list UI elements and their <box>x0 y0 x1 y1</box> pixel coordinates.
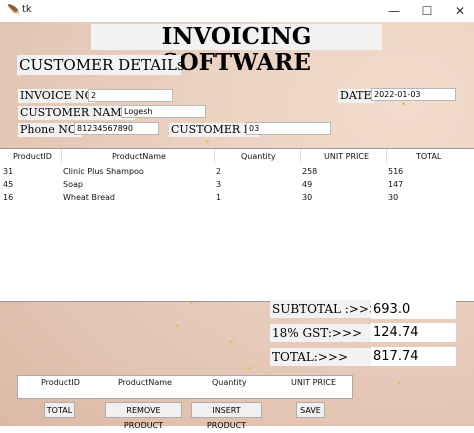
column-header-productname[interactable]: ProductName <box>112 152 166 161</box>
table-cell[interactable]: 45 <box>3 180 13 189</box>
sparkle-decoration <box>206 140 209 143</box>
table-cell[interactable]: 1 <box>216 193 221 202</box>
total-label: TOTAL:>>> <box>270 348 371 366</box>
section-title: CUSTOMER DETAILs <box>17 55 185 75</box>
phone-label: Phone NO. <box>18 123 82 137</box>
entry-header-productid: ProductID <box>41 378 80 387</box>
sparkle-decoration <box>248 367 251 370</box>
column-header-productid[interactable]: ProductID <box>13 152 52 161</box>
table-cell[interactable]: 2 <box>216 167 221 176</box>
table-cell[interactable]: 258 <box>302 167 317 176</box>
window-title: tk <box>22 4 32 15</box>
sparkle-decoration <box>176 324 179 327</box>
app-background: INVOICING SOFTWARE CUSTOMER DETAILs INVO… <box>0 22 474 430</box>
close-button[interactable]: ✕ <box>446 2 474 20</box>
gst-label: 18% GST:>>> <box>270 324 371 342</box>
table-cell[interactable]: 3 <box>216 180 221 189</box>
sparkle-decoration <box>190 302 193 305</box>
table-cell[interactable]: Soap <box>63 180 83 189</box>
column-separator <box>386 149 387 163</box>
entry-header-productname: ProductName <box>118 378 172 387</box>
table-cell[interactable]: Clinic Plus Shampoo <box>63 167 144 176</box>
sparkle-decoration <box>230 340 233 343</box>
insert-product-button[interactable]: INSERT PRODUCT <box>191 402 262 430</box>
date-field[interactable]: 2022-01-03 <box>371 88 456 101</box>
subtotal-label: SUBTOTAL :>>> <box>270 300 379 318</box>
table-cell[interactable]: 30 <box>302 193 312 202</box>
column-header-unit-price[interactable]: UNIT PRICE <box>324 152 369 161</box>
customer-name-label: CUSTOMER NAME: <box>18 106 136 120</box>
column-header-total[interactable]: TOTAL <box>416 152 441 161</box>
window-titlebar: 🪶 tk — ☐ ✕ <box>0 0 474 23</box>
gst-value[interactable]: 124.74 <box>371 323 456 342</box>
table-cell[interactable]: Wheat Bread <box>63 193 115 202</box>
customer-id-field[interactable]: 03 <box>246 122 331 135</box>
total-button[interactable]: TOTAL <box>44 402 75 418</box>
table-cell[interactable]: 31 <box>3 167 13 176</box>
column-separator <box>61 149 62 163</box>
product-table[interactable]: ProductID ProductName Quantity UNIT PRIC… <box>0 148 474 302</box>
table-cell[interactable]: 49 <box>302 180 312 189</box>
invoice-no-label: INVOICE NO <box>18 89 96 103</box>
remove-product-button[interactable]: REMOVE PRODUCT <box>105 402 182 430</box>
column-separator <box>300 149 301 163</box>
save-button[interactable]: SAVE <box>296 402 325 418</box>
entry-header-unit-price: UNIT PRICE <box>291 378 337 387</box>
table-cell[interactable]: 516 <box>388 167 403 176</box>
invoice-no-field[interactable]: 2 <box>88 89 173 102</box>
maximize-button[interactable]: ☐ <box>413 2 441 20</box>
column-header-quantity[interactable]: Quantity <box>241 152 276 161</box>
table-cell[interactable]: 147 <box>388 180 403 189</box>
customer-name-field[interactable]: Logesh <box>121 105 206 118</box>
column-separator <box>214 149 215 163</box>
subtotal-value[interactable]: 693.0 <box>371 300 456 319</box>
app-title: INVOICING SOFTWARE <box>91 24 382 76</box>
total-value[interactable]: 817.74 <box>371 347 456 366</box>
table-cell[interactable]: 16 <box>3 193 13 202</box>
phone-field[interactable]: 81234567890 <box>74 122 159 135</box>
tk-feather-icon: 🪶 <box>7 4 21 17</box>
table-cell[interactable]: 30 <box>388 193 398 202</box>
sparkle-decoration <box>398 382 401 385</box>
entry-header-quantity: Quantity <box>212 378 247 387</box>
sparkle-decoration <box>402 102 405 105</box>
date-label: DATE <box>338 89 374 103</box>
product-entry-table[interactable]: ProductID ProductName Quantity UNIT PRIC… <box>17 375 353 399</box>
minimize-button[interactable]: — <box>380 2 408 20</box>
